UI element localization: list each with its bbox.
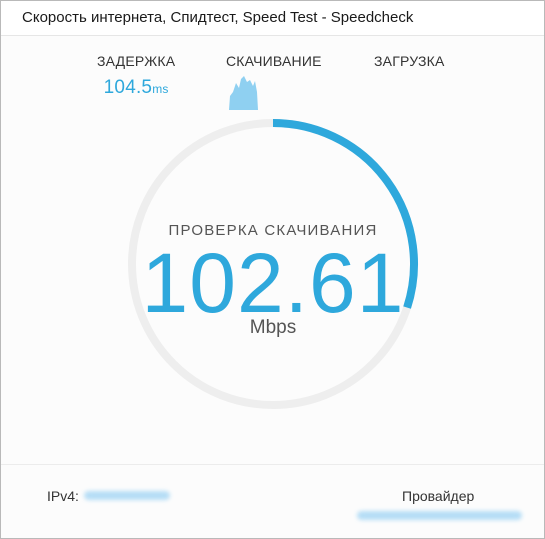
app-window: Скорость интернета, Спидтест, Speed Test…: [0, 0, 545, 539]
window-title: Скорость интернета, Спидтест, Speed Test…: [1, 1, 544, 36]
gauge-speed-value: 102.61: [141, 236, 405, 330]
provider-label: Провайдер: [402, 488, 475, 504]
ipv4-label: IPv4:: [47, 488, 79, 504]
gauge-unit: Mbps: [249, 317, 297, 338]
ipv4-value-redacted: [84, 491, 170, 500]
provider-value-redacted: [357, 511, 522, 520]
speedtest-panel: ЗАДЕРЖКА 104.5ms СКАЧИВАНИЕ ЗАГРУЗКА ПРО…: [1, 36, 544, 538]
footer-divider: [1, 464, 544, 465]
